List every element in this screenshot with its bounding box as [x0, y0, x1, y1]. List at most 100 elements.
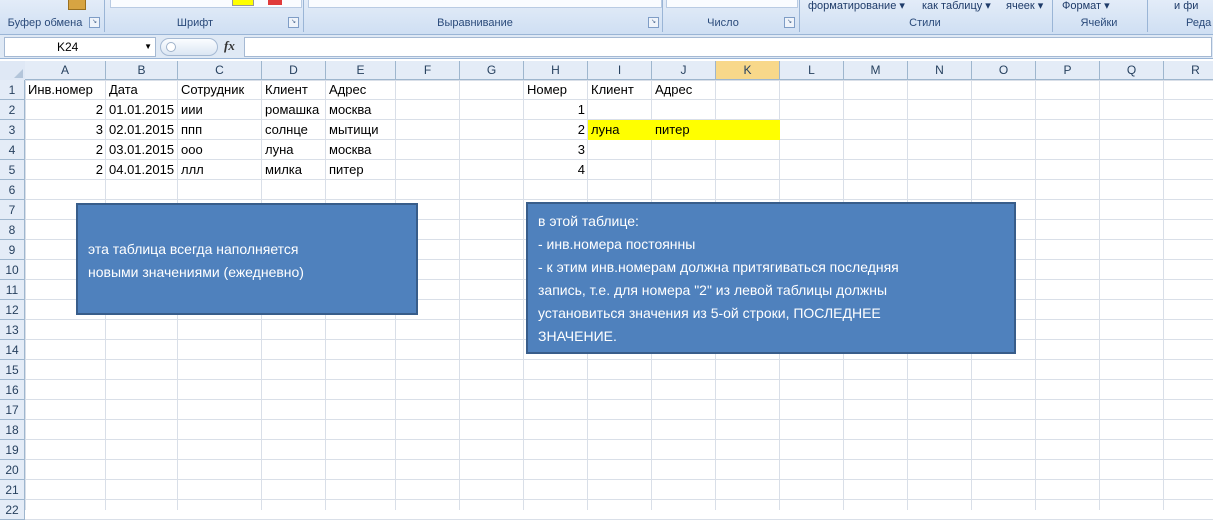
cell[interactable]: ооо: [178, 140, 262, 160]
cell[interactable]: москва: [326, 100, 396, 120]
formula-input[interactable]: [244, 37, 1212, 57]
cell[interactable]: [588, 160, 652, 180]
cell[interactable]: 01.01.2015: [106, 100, 178, 120]
cell[interactable]: Клиент: [262, 80, 326, 100]
row-header[interactable]: 9: [0, 240, 25, 260]
row-header[interactable]: 15: [0, 360, 25, 380]
cell[interactable]: луна: [588, 120, 652, 140]
cell[interactable]: москва: [326, 140, 396, 160]
row-header[interactable]: 1: [0, 80, 25, 100]
row-header[interactable]: 22: [0, 500, 25, 520]
cell[interactable]: 2: [25, 100, 106, 120]
cell[interactable]: ппп: [178, 120, 262, 140]
row-header[interactable]: 4: [0, 140, 25, 160]
row-header[interactable]: 11: [0, 280, 25, 300]
row-header[interactable]: 21: [0, 480, 25, 500]
column-header[interactable]: C: [178, 61, 262, 80]
row-header[interactable]: 3: [0, 120, 25, 140]
column-header[interactable]: D: [262, 61, 326, 80]
row-header[interactable]: 12: [0, 300, 25, 320]
cell[interactable]: 4: [524, 160, 588, 180]
cancel-icon[interactable]: [166, 42, 176, 52]
row-header[interactable]: 5: [0, 160, 25, 180]
column-header[interactable]: I: [588, 61, 652, 80]
row-header[interactable]: 13: [0, 320, 25, 340]
row-header[interactable]: 17: [0, 400, 25, 420]
formula-controls[interactable]: [160, 38, 218, 56]
cell-styles-button[interactable]: ячеек ▾: [1006, 0, 1043, 12]
cell[interactable]: питер: [326, 160, 396, 180]
font-color-icon[interactable]: [268, 0, 282, 5]
number-launcher-icon[interactable]: ↘: [784, 17, 795, 28]
note-shape-left[interactable]: эта таблица всегда наполняется новыми зн…: [76, 203, 418, 315]
row-header[interactable]: 7: [0, 200, 25, 220]
cell[interactable]: Инв.номер: [25, 80, 106, 100]
row-header[interactable]: 16: [0, 380, 25, 400]
insert-function-icon[interactable]: fx: [224, 38, 235, 54]
cell[interactable]: солнце: [262, 120, 326, 140]
select-all-button[interactable]: [0, 61, 26, 81]
column-header[interactable]: Q: [1100, 61, 1164, 80]
cell[interactable]: 3: [524, 140, 588, 160]
fill-button[interactable]: и фи: [1174, 0, 1198, 12]
cell[interactable]: питер: [652, 120, 716, 140]
column-header[interactable]: P: [1036, 61, 1100, 80]
cell[interactable]: 2: [25, 160, 106, 180]
cell[interactable]: 2: [25, 140, 106, 160]
cell[interactable]: милка: [262, 160, 326, 180]
row-header[interactable]: 14: [0, 340, 25, 360]
column-header[interactable]: J: [652, 61, 716, 80]
cell[interactable]: 03.01.2015: [106, 140, 178, 160]
cell[interactable]: Адрес: [326, 80, 396, 100]
alignment-controls[interactable]: [308, 0, 662, 8]
row-header[interactable]: 10: [0, 260, 25, 280]
column-header[interactable]: A: [25, 61, 106, 80]
conditional-format-button[interactable]: форматирование ▾: [808, 0, 905, 12]
chevron-down-icon[interactable]: ▼: [144, 42, 152, 51]
cell[interactable]: ромашка: [262, 100, 326, 120]
cell[interactable]: 2: [524, 120, 588, 140]
column-header[interactable]: G: [460, 61, 524, 80]
cell[interactable]: 02.01.2015: [106, 120, 178, 140]
row-header[interactable]: 20: [0, 460, 25, 480]
cell[interactable]: [588, 100, 652, 120]
clipboard-launcher-icon[interactable]: ↘: [89, 17, 100, 28]
cell[interactable]: ллл: [178, 160, 262, 180]
cell[interactable]: [652, 160, 716, 180]
cell[interactable]: Номер: [524, 80, 588, 100]
column-header[interactable]: F: [396, 61, 460, 80]
name-box[interactable]: K24 ▼: [4, 37, 156, 57]
cell[interactable]: Дата: [106, 80, 178, 100]
cell[interactable]: иии: [178, 100, 262, 120]
note-shape-right[interactable]: в этой таблице: - инв.номера постоянны -…: [526, 202, 1016, 354]
row-header[interactable]: 6: [0, 180, 25, 200]
row-header[interactable]: 2: [0, 100, 25, 120]
column-header[interactable]: L: [780, 61, 844, 80]
column-header[interactable]: N: [908, 61, 972, 80]
column-header[interactable]: H: [524, 61, 588, 80]
font-launcher-icon[interactable]: ↘: [288, 17, 299, 28]
format-button[interactable]: Формат ▾: [1062, 0, 1110, 12]
column-header[interactable]: K: [716, 61, 780, 80]
column-header[interactable]: R: [1164, 61, 1213, 80]
cell[interactable]: 04.01.2015: [106, 160, 178, 180]
number-controls[interactable]: [666, 0, 798, 8]
alignment-launcher-icon[interactable]: ↘: [648, 17, 659, 28]
cell[interactable]: мытищи: [326, 120, 396, 140]
column-header[interactable]: B: [106, 61, 178, 80]
cell[interactable]: [652, 100, 716, 120]
cell[interactable]: Сотрудник: [178, 80, 262, 100]
cell[interactable]: [588, 140, 652, 160]
format-as-table-button[interactable]: как таблицу ▾: [922, 0, 991, 12]
cell[interactable]: Клиент: [588, 80, 652, 100]
highlight-color-icon[interactable]: [232, 0, 254, 6]
cell[interactable]: 1: [524, 100, 588, 120]
column-header[interactable]: M: [844, 61, 908, 80]
column-header[interactable]: O: [972, 61, 1036, 80]
row-header[interactable]: 19: [0, 440, 25, 460]
cell[interactable]: [652, 140, 716, 160]
column-header[interactable]: E: [326, 61, 396, 80]
paste-icon[interactable]: [68, 0, 86, 10]
row-header[interactable]: 18: [0, 420, 25, 440]
cell[interactable]: луна: [262, 140, 326, 160]
